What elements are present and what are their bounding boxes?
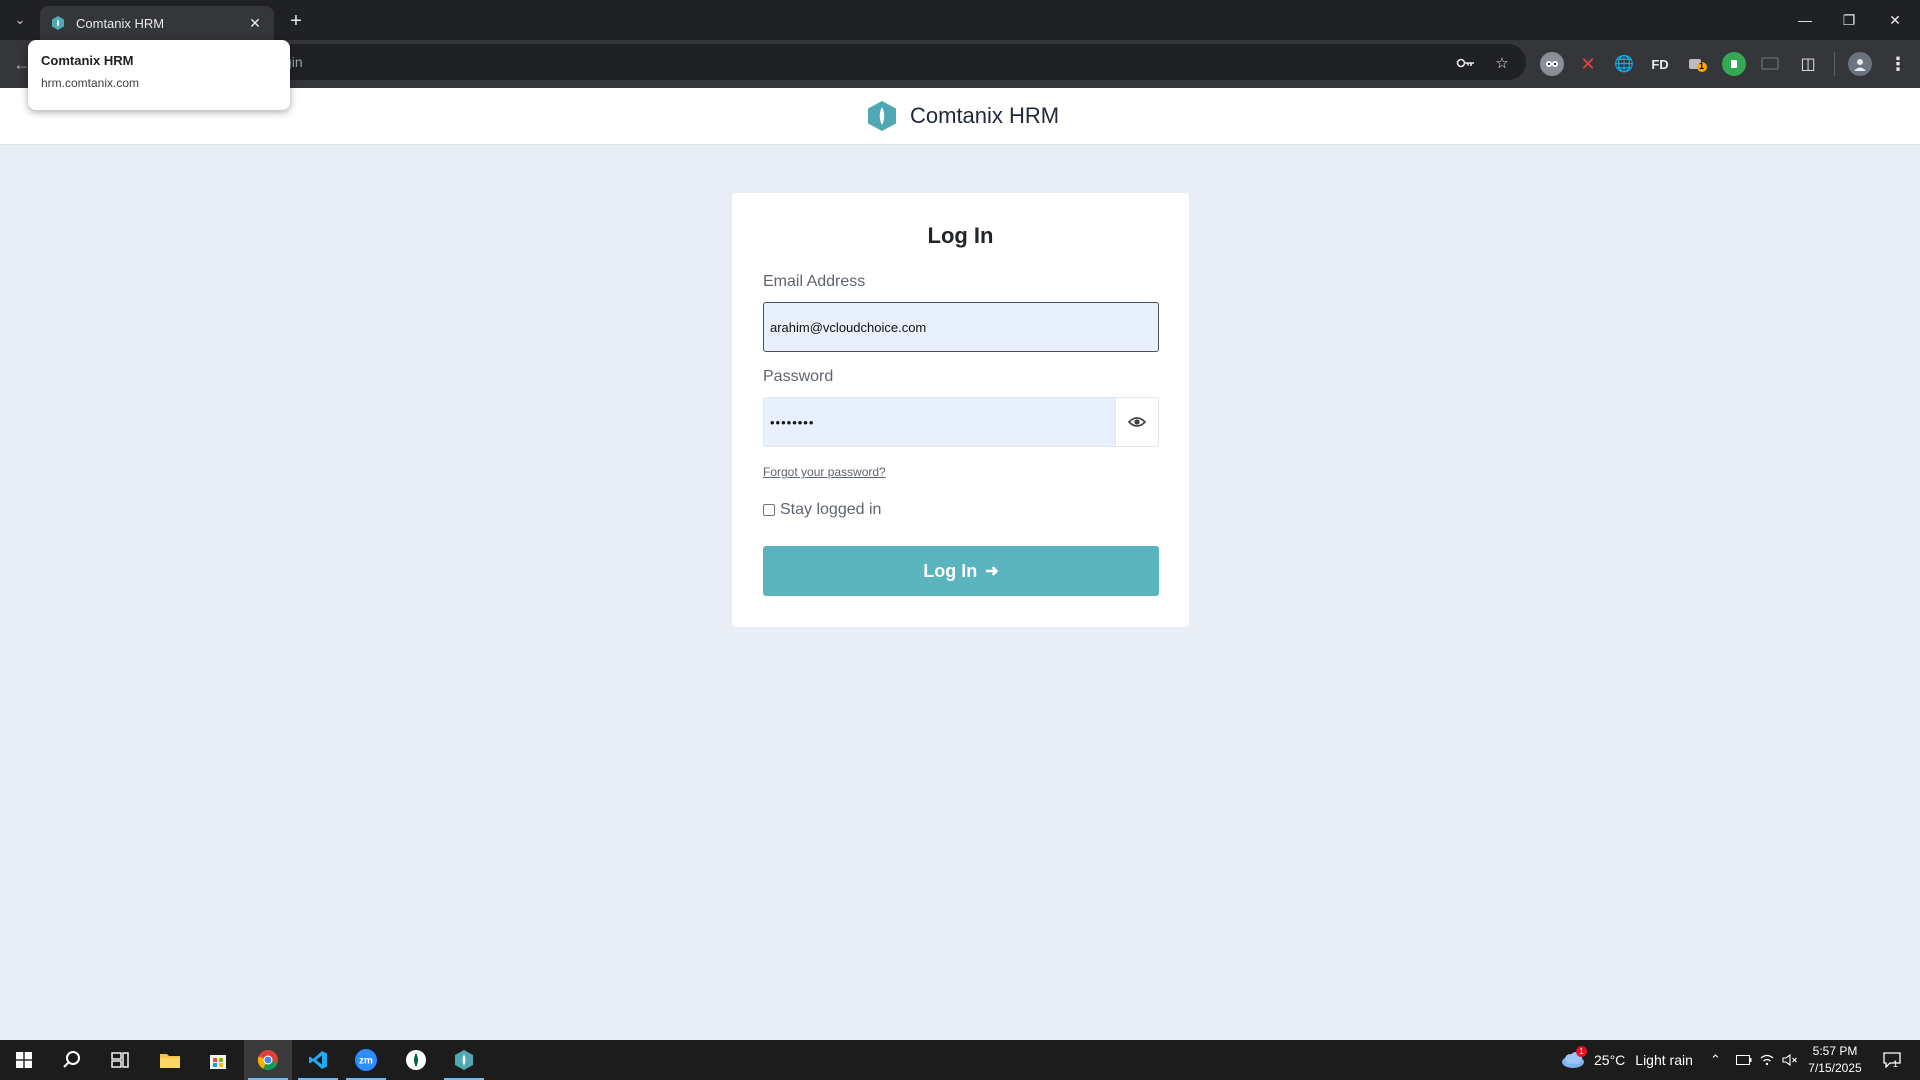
extension-fd-icon[interactable]: FD: [1648, 52, 1672, 76]
brand-name: Comtanix HRM: [910, 103, 1060, 128]
extension-green-icon[interactable]: [1722, 52, 1746, 76]
new-tab-plus-icon[interactable]: +: [284, 9, 308, 33]
zoom-icon[interactable]: zm: [342, 1040, 390, 1080]
tab-search-chevron-icon[interactable]: ⌄: [8, 9, 32, 31]
weather-condition: Light rain: [1635, 1052, 1693, 1068]
email-input[interactable]: [763, 302, 1159, 352]
green-app-icon[interactable]: [392, 1040, 440, 1080]
file-explorer-icon[interactable]: [146, 1040, 194, 1080]
bookmark-star-icon[interactable]: ☆: [1492, 53, 1512, 73]
forgot-password-link[interactable]: Forgot your password?: [763, 465, 886, 479]
notification-center-icon[interactable]: 1: [1880, 1048, 1904, 1072]
stay-logged-in-checkbox[interactable]: [763, 504, 775, 516]
taskbar-clock[interactable]: 5:57 PM 7/15/2025: [1800, 1043, 1870, 1077]
tab-title: Comtanix HRM: [76, 15, 165, 31]
arrow-right-icon: ➜: [985, 563, 999, 580]
extension-avatar-icon[interactable]: [1540, 52, 1564, 76]
weather-widget[interactable]: 1 25°C Light rain: [1560, 1040, 1693, 1080]
restore-icon[interactable]: ❐: [1834, 8, 1864, 32]
tray-chevron-up-icon[interactable]: ⌃: [1710, 1040, 1721, 1080]
password-input[interactable]: [763, 397, 1115, 447]
hover-card-url: hrm.comtanix.com: [41, 76, 140, 90]
extension-badge-icon[interactable]: 1: [1686, 52, 1710, 76]
tab-close-icon[interactable]: ✕: [246, 14, 264, 32]
login-card: Log In Email Address Password Forgot you…: [732, 193, 1189, 627]
brand[interactable]: Comtanix HRM: [866, 100, 1059, 132]
minimize-icon[interactable]: —: [1790, 8, 1820, 32]
comtanix-taskbar-icon[interactable]: [440, 1040, 488, 1080]
stay-logged-in-row: Stay logged in: [763, 501, 881, 519]
weather-alert-badge: 1: [1576, 1046, 1587, 1057]
extensions-puzzle-icon[interactable]: ◫: [1796, 52, 1820, 76]
extension-cast-icon[interactable]: [1758, 52, 1782, 76]
show-password-eye-icon[interactable]: [1115, 397, 1159, 447]
comtanix-logo-icon: [868, 101, 896, 131]
chrome-taskbar-icon[interactable]: [244, 1040, 292, 1080]
windows-start-icon[interactable]: [0, 1040, 48, 1080]
browser-menu-kebab-icon[interactable]: ⋮: [1886, 52, 1910, 76]
login-title: Log In: [927, 223, 994, 248]
battery-icon[interactable]: [1736, 1040, 1752, 1080]
network-icon[interactable]: [1760, 1040, 1774, 1080]
cloud-rain-icon: 1: [1560, 1046, 1587, 1070]
password-label: Password: [763, 368, 834, 385]
svg-text:zm: zm: [359, 1056, 373, 1067]
store-icon[interactable]: [194, 1040, 242, 1080]
extension-badge-count: 1: [1699, 61, 1705, 71]
profile-avatar-icon[interactable]: [1848, 52, 1872, 76]
windows-taskbar: zm 1 25°C Light rain ⌃ 5:57 PM 7/15/2025…: [0, 1040, 1920, 1080]
extension-globe-icon[interactable]: 🌐: [1612, 52, 1636, 76]
task-view-icon[interactable]: [96, 1040, 144, 1080]
login-submit-label: Log In: [923, 560, 978, 581]
password-key-icon[interactable]: [1456, 53, 1476, 73]
tab-hover-card: Comtanix HRM hrm.comtanix.com: [28, 40, 290, 110]
vscode-icon[interactable]: [294, 1040, 342, 1080]
clock-time: 5:57 PM: [1812, 1044, 1858, 1058]
extension-close-x-icon[interactable]: ✕: [1576, 52, 1600, 76]
notification-count: 1: [1893, 1059, 1899, 1069]
login-submit-button[interactable]: Log In ➜: [763, 546, 1159, 596]
stay-logged-in-label[interactable]: Stay logged in: [780, 501, 881, 519]
extension-fd-label: FD: [1651, 56, 1669, 72]
password-field-group: [763, 397, 1159, 447]
browser-tabstrip: ⌄ Comtanix HRM ✕ + — ❐ ✕: [0, 0, 1920, 40]
clock-date: 7/15/2025: [1808, 1061, 1862, 1075]
hover-card-title: Comtanix HRM: [41, 53, 134, 68]
volume-muted-icon[interactable]: [1782, 1040, 1798, 1080]
comtanix-favicon-icon: [52, 16, 64, 30]
email-label: Email Address: [763, 273, 866, 290]
weather-temperature: 25°C: [1594, 1052, 1626, 1068]
browser-tab-active[interactable]: Comtanix HRM ✕: [40, 6, 274, 40]
toolbar-divider: [1834, 52, 1835, 76]
window-close-icon[interactable]: ✕: [1880, 8, 1910, 32]
search-icon[interactable]: [48, 1040, 96, 1080]
